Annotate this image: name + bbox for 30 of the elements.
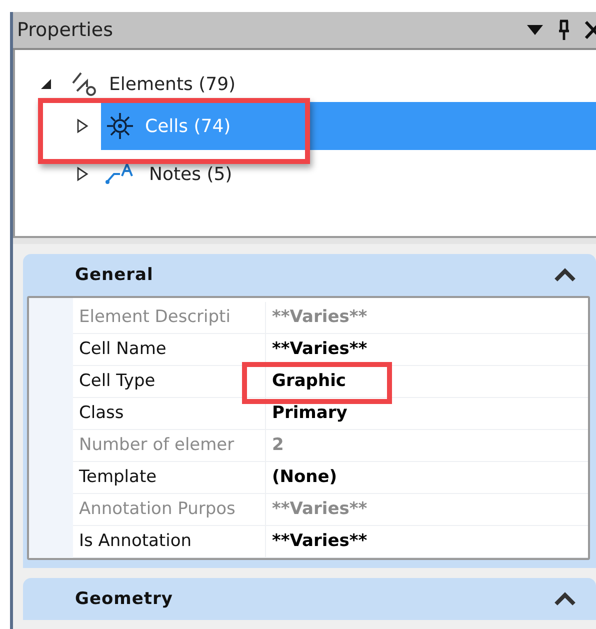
property-label: Is Annotation xyxy=(73,526,266,557)
property-label: Element Descripti xyxy=(73,302,266,333)
collapsed-arrow-icon[interactable] xyxy=(75,118,89,134)
property-label: Annotation Purpos xyxy=(73,494,266,525)
section-title: Geometry xyxy=(75,589,173,609)
property-label: Cell Name xyxy=(73,334,266,365)
section-header[interactable]: Geometry xyxy=(23,578,596,620)
property-label: Number of elemer xyxy=(73,430,266,461)
property-value[interactable]: (None) xyxy=(266,462,588,493)
property-value[interactable]: Graphic xyxy=(266,366,588,397)
tree-item[interactable]: Elements (79) xyxy=(65,67,240,101)
panel-title: Properties xyxy=(16,19,114,41)
property-value[interactable]: **Varies** xyxy=(266,334,588,365)
property-label: Class xyxy=(73,398,266,429)
tree-item[interactable]: Notes (5) xyxy=(101,150,236,198)
pin-icon[interactable] xyxy=(556,19,572,41)
section-title: General xyxy=(75,265,154,285)
tree-item-label: Elements (79) xyxy=(109,74,236,94)
property-label: Cell Type xyxy=(73,366,266,397)
collapse-chevron-icon[interactable] xyxy=(554,592,576,606)
dropdown-icon[interactable] xyxy=(526,24,544,36)
tree-item-label: Notes (5) xyxy=(149,164,232,184)
collapse-chevron-icon[interactable] xyxy=(554,268,576,282)
tree-item-label: Cells (74) xyxy=(145,116,231,136)
property-value[interactable]: Primary xyxy=(266,398,588,429)
property-value[interactable]: **Varies** xyxy=(266,526,588,557)
property-label: Template xyxy=(73,462,266,493)
collapsed-arrow-icon[interactable] xyxy=(75,166,89,182)
sun-icon xyxy=(105,111,135,141)
section-header[interactable]: General xyxy=(23,254,596,296)
